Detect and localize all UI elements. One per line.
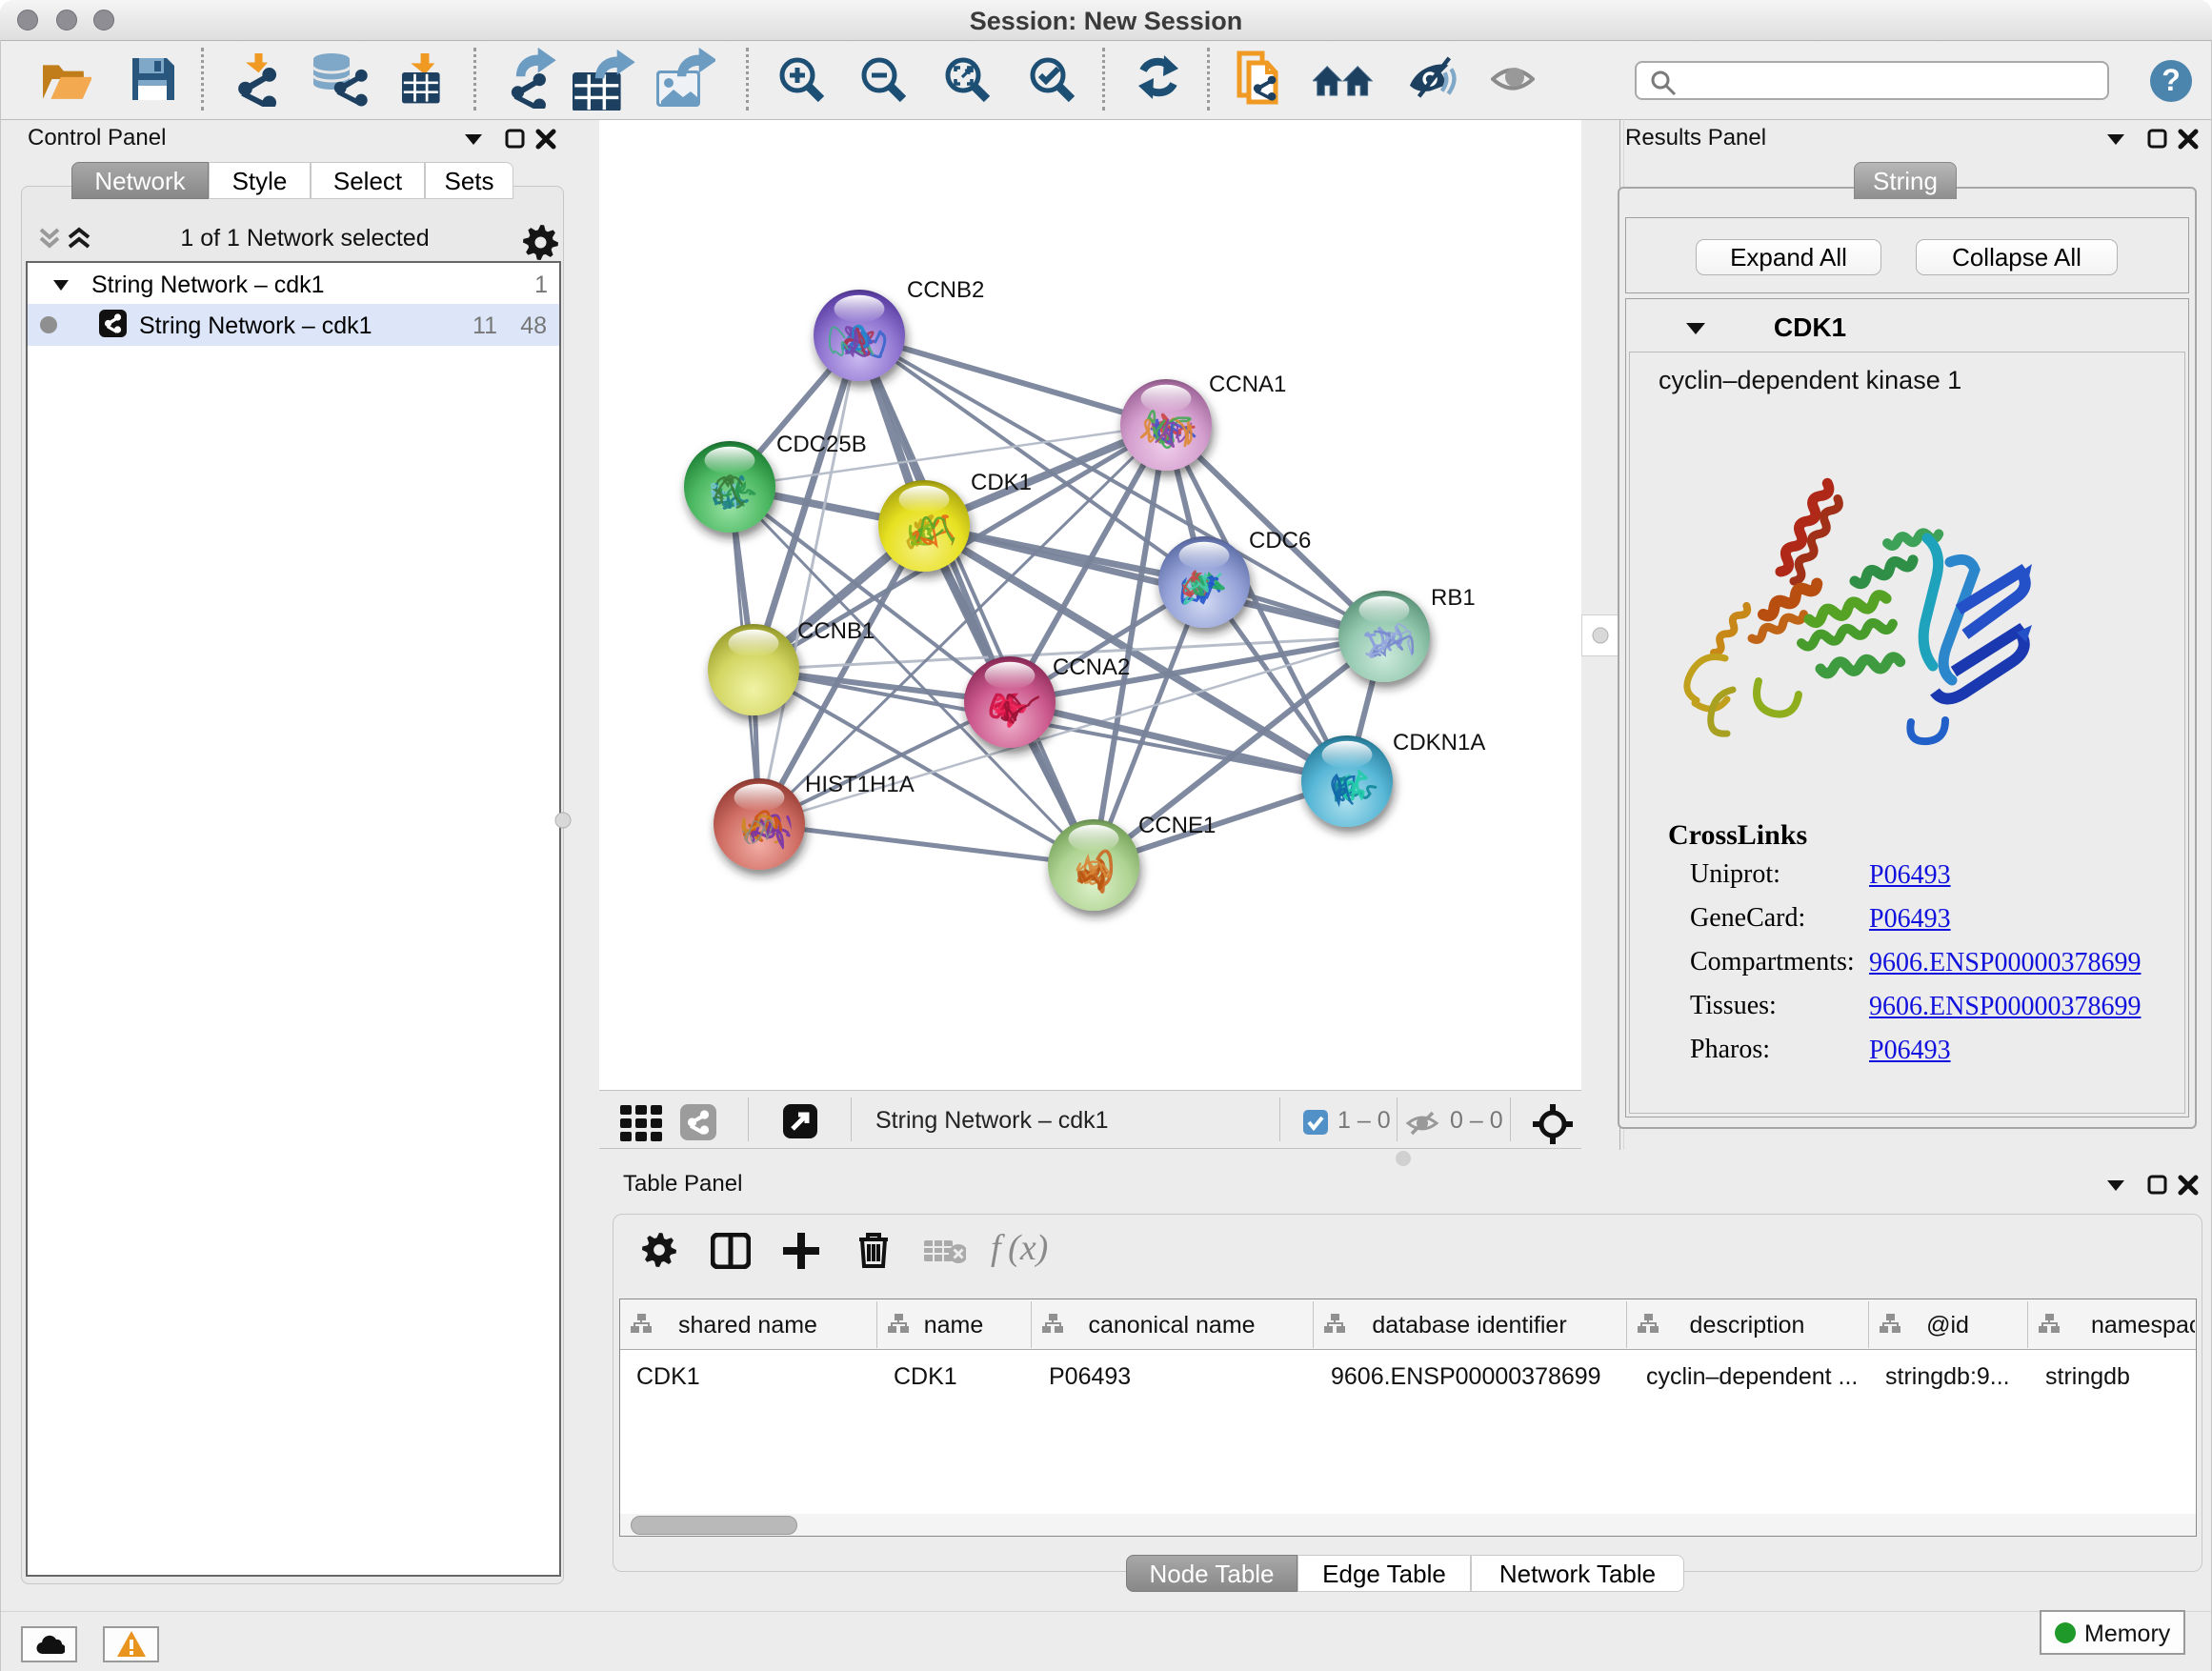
svg-text:CDK1: CDK1 <box>971 470 1032 495</box>
svg-text:CCNA1: CCNA1 <box>1209 372 1286 397</box>
svg-text:CDC25B: CDC25B <box>776 432 867 457</box>
svg-text:CDKN1A: CDKN1A <box>1393 730 1485 755</box>
svg-text:CCNB2: CCNB2 <box>907 277 984 303</box>
svg-text:CCNA2: CCNA2 <box>1053 654 1130 680</box>
svg-text:CCNE1: CCNE1 <box>1138 813 1216 838</box>
svg-text:RB1: RB1 <box>1431 585 1476 611</box>
svg-text:CCNB1: CCNB1 <box>797 618 875 644</box>
svg-text:HIST1H1A: HIST1H1A <box>805 772 915 797</box>
svg-text:CDC6: CDC6 <box>1249 528 1311 554</box>
svg-text:?: ? <box>2162 63 2181 97</box>
